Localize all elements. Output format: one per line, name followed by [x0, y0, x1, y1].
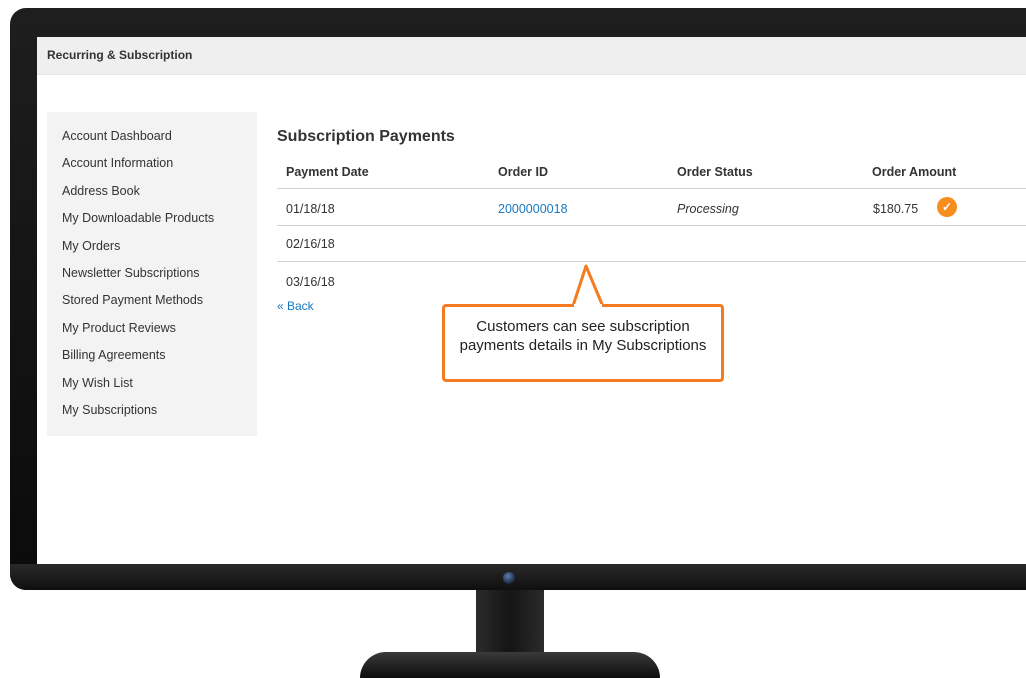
sidebar-item-downloadable-products[interactable]: My Downloadable Products — [62, 211, 214, 225]
sidebar-item-account-information[interactable]: Account Information — [62, 156, 173, 170]
column-header-payment-date: Payment Date — [286, 165, 369, 179]
page-header: Recurring & Subscription — [37, 37, 1026, 75]
sidebar-item-address-book[interactable]: Address Book — [62, 184, 140, 198]
table-header-divider — [277, 188, 1026, 189]
column-header-order-status: Order Status — [677, 165, 753, 179]
row-1-order-status: Processing — [677, 202, 739, 216]
sidebar-item-wish-list[interactable]: My Wish List — [62, 376, 133, 390]
row-1-payment-date: 01/18/18 — [286, 202, 335, 216]
monitor-stand-neck — [476, 590, 544, 656]
table-row-divider — [277, 261, 1026, 262]
row-1-order-id-link[interactable]: 2000000018 — [498, 202, 568, 216]
sidebar-item-product-reviews[interactable]: My Product Reviews — [62, 321, 176, 335]
sidebar-item-billing-agreements[interactable]: Billing Agreements — [62, 348, 166, 362]
row-2-payment-date: 02/16/18 — [286, 237, 335, 251]
monitor-stand-base — [360, 652, 660, 678]
callout-box: Customers can see subscription payments … — [442, 304, 724, 382]
camera-icon — [503, 572, 515, 584]
callout-text: Customers can see subscription payments … — [459, 318, 707, 354]
sidebar-item-account-dashboard[interactable]: Account Dashboard — [62, 129, 172, 143]
back-link[interactable]: « Back — [277, 299, 314, 313]
row-1-order-amount: $180.75 — [873, 202, 919, 216]
column-header-order-id: Order ID — [498, 165, 549, 179]
callout-joint — [574, 304, 602, 308]
page-title: Recurring & Subscription — [47, 48, 193, 62]
section-title: Subscription Payments — [277, 128, 455, 145]
callout-pointer — [570, 264, 606, 309]
account-sidebar: Account Dashboard Account Information Ad… — [47, 112, 257, 436]
column-header-order-amount: Order Amount — [872, 165, 957, 179]
monitor-bezel — [10, 564, 1026, 590]
row-3-payment-date: 03/16/18 — [286, 275, 335, 289]
sidebar-item-my-orders[interactable]: My Orders — [62, 239, 120, 253]
table-row-divider — [277, 225, 1026, 226]
sidebar-item-my-subscriptions[interactable]: My Subscriptions — [62, 403, 157, 417]
screen: Recurring & Subscription Account Dashboa… — [37, 37, 1026, 564]
check-circle-icon: ✓ — [937, 197, 957, 217]
sidebar-item-payment-methods[interactable]: Stored Payment Methods — [62, 293, 203, 307]
sidebar-item-newsletter[interactable]: Newsletter Subscriptions — [62, 266, 200, 280]
